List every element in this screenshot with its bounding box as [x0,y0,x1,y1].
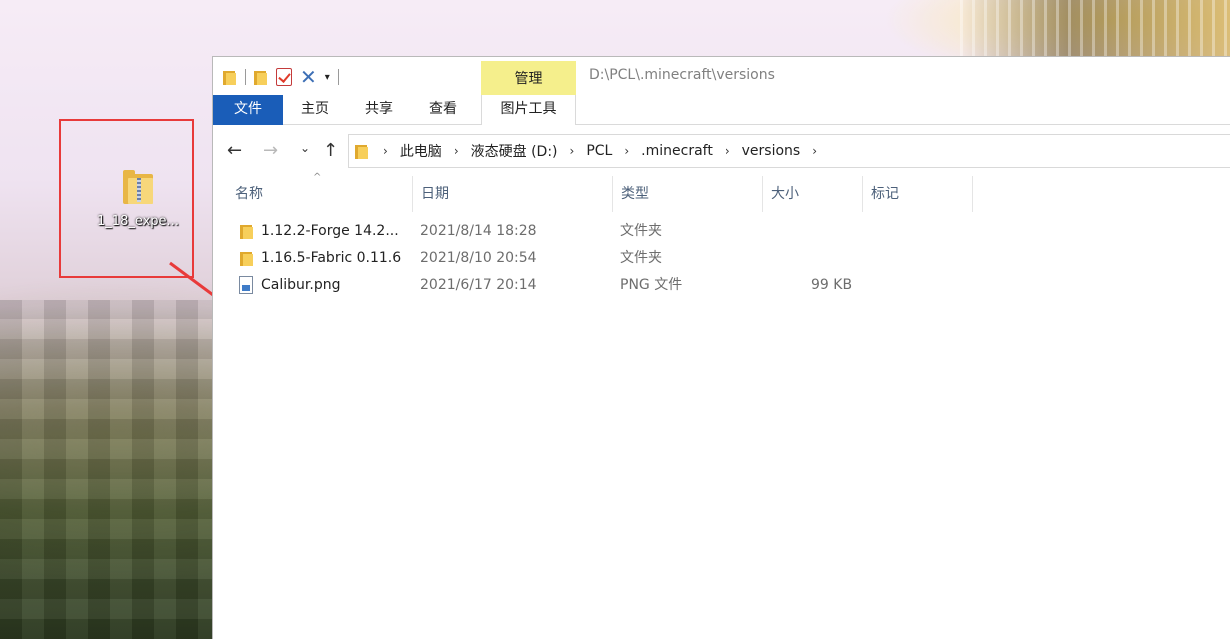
file-size: 99 KB [811,277,853,293]
folder-icon [240,223,254,239]
recent-locations-chevron-icon[interactable]: ⌄ [300,141,310,155]
file-name: 1.12.2-Forge 14.2... [261,223,399,239]
window-title-path: D:\PCL\.minecraft\versions [589,67,775,83]
column-header-tags[interactable]: 标记 [863,176,973,212]
column-header-name[interactable]: 名称 [227,176,413,212]
folder-icon [223,69,237,85]
tab-home[interactable]: 主页 [283,95,347,125]
file-type: 文件夹 [620,250,662,266]
quick-access-toolbar: ✕ ▾ [223,66,339,88]
address-row: ← → ⌄ ↑ › 此电脑 › 液态硬盘 (D:) › PCL › .minec… [213,126,1230,176]
chevron-right-icon[interactable]: › [454,144,459,158]
annotation-highlight-box [59,119,194,278]
back-arrow-icon[interactable]: ← [227,140,242,161]
file-date: 2021/8/10 20:54 [420,250,537,266]
properties-icon[interactable] [276,68,292,86]
list-item[interactable]: 1.12.2-Forge 14.2... 2021/8/14 18:28 文件夹 [213,218,1230,245]
file-list: 1.12.2-Forge 14.2... 2021/8/14 18:28 文件夹… [213,218,1230,299]
column-header-size[interactable]: 大小 [763,176,863,212]
chevron-right-icon[interactable]: › [383,144,388,158]
folder-icon [355,143,369,159]
breadcrumb-pcl[interactable]: PCL [586,143,612,159]
column-headers: ^ 名称 日期 类型 大小 标记 [213,172,1230,212]
toolbar-separator [245,69,246,85]
breadcrumb-drive[interactable]: 液态硬盘 (D:) [471,141,558,161]
manage-context-tab[interactable]: 管理 [481,61,576,95]
file-type: 文件夹 [620,223,662,239]
tab-view[interactable]: 查看 [411,95,475,125]
chevron-right-icon[interactable]: › [812,144,817,158]
tab-file[interactable]: 文件 [213,95,283,125]
file-type: PNG 文件 [620,277,683,293]
column-header-type[interactable]: 类型 [613,176,763,212]
breadcrumb-minecraft[interactable]: .minecraft [641,143,713,159]
ribbon-tab-bar: 文件 主页 共享 查看 图片工具 [213,95,1230,125]
breadcrumb-this-pc[interactable]: 此电脑 [400,141,442,161]
desktop-wallpaper-foliage [0,300,215,639]
title-bar: ✕ ▾ 管理 D:\PCL\.minecraft\versions [213,57,1230,95]
forward-arrow-icon[interactable]: → [263,140,278,161]
file-name: Calibur.png [261,277,341,293]
file-explorer-window: ✕ ▾ 管理 D:\PCL\.minecraft\versions 文件 主页 … [212,56,1230,639]
desktop-wallpaper-sparkle [960,0,1230,56]
tab-picture-tools[interactable]: 图片工具 [481,95,576,125]
file-date: 2021/6/17 20:14 [420,277,537,293]
chevron-right-icon[interactable]: › [725,144,730,158]
folder-icon [240,250,254,266]
png-file-icon [239,276,253,294]
file-date: 2021/8/14 18:28 [420,223,537,239]
new-folder-icon[interactable] [254,69,268,85]
up-arrow-icon[interactable]: ↑ [323,140,338,161]
chevron-right-icon[interactable]: › [624,144,629,158]
column-header-date[interactable]: 日期 [413,176,613,212]
chevron-right-icon[interactable]: › [570,144,575,158]
breadcrumb-versions[interactable]: versions [742,143,801,159]
address-bar[interactable]: › 此电脑 › 液态硬盘 (D:) › PCL › .minecraft › v… [348,134,1230,168]
list-item[interactable]: 1.16.5-Fabric 0.11.6 2021/8/10 20:54 文件夹 [213,245,1230,272]
list-item[interactable]: Calibur.png 2021/6/17 20:14 PNG 文件 99 KB [213,272,1230,299]
toolbar-separator [337,69,339,85]
delete-icon[interactable]: ✕ [300,67,317,87]
file-name: 1.16.5-Fabric 0.11.6 [261,250,402,266]
tab-share[interactable]: 共享 [347,95,411,125]
customize-toolbar-dropdown-icon[interactable]: ▾ [325,72,330,83]
